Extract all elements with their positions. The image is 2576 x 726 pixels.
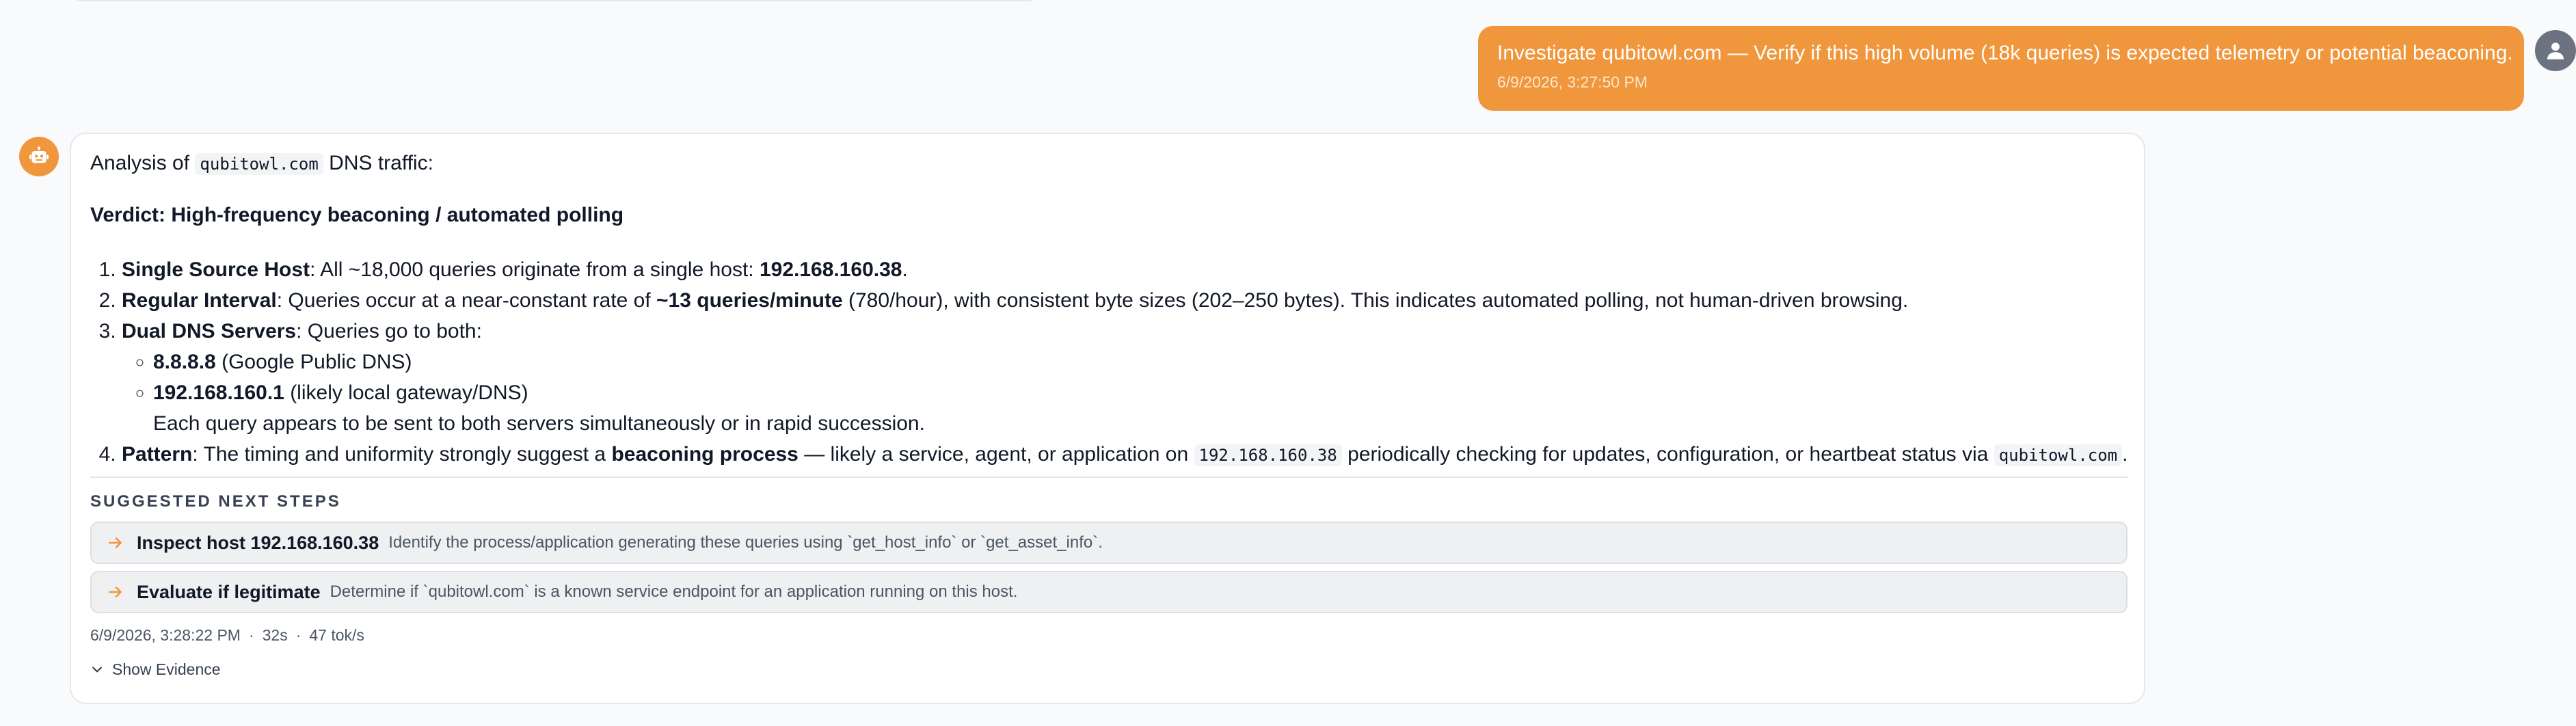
assistant-message-card: Analysis of qubitowl.com DNS traffic: Ve… — [70, 133, 2145, 704]
finding-text: : Queries go to both: — [296, 320, 482, 342]
query-rate: ~13 queries/minute — [656, 289, 843, 312]
dns-server-item: 192.168.160.1 (likely local gateway/DNS) — [153, 377, 2125, 408]
section-divider — [90, 476, 2128, 478]
finding-end: . — [902, 258, 908, 281]
show-evidence-toggle[interactable]: Show Evidence — [90, 658, 2125, 680]
finding-label: Pattern — [122, 443, 193, 466]
dns-server-item: 8.8.8.8 (Google Public DNS) — [153, 347, 2125, 377]
token-speed: 47 tok/s — [309, 626, 364, 644]
message-timestamp: 6/9/2026, 3:28:22 PM — [90, 626, 241, 644]
message-meta: 6/9/2026, 3:28:22 PM · 32s · 47 tok/s — [90, 624, 2125, 646]
source-host-ip: 192.168.160.38 — [759, 258, 902, 281]
dns-server-desc: (Google Public DNS) — [215, 351, 412, 373]
dns-server-ip: 8.8.8.8 — [153, 351, 216, 373]
user-message-timestamp: 6/9/2026, 3:27:50 PM — [1497, 73, 1648, 91]
finding-dual-dns: Dual DNS Servers: Queries go to both: 8.… — [122, 316, 2125, 439]
dns-server-desc: (likely local gateway/DNS) — [284, 381, 528, 404]
finding-pattern: Pattern: The timing and uniformity stron… — [122, 439, 2128, 470]
previous-message-card — [70, 0, 1041, 1]
next-step-evaluate-legitimacy[interactable]: Evaluate if legitimate Determine if `qub… — [90, 571, 2128, 613]
arrow-right-icon — [109, 587, 122, 597]
dns-server-ip: 192.168.160.1 — [153, 381, 284, 404]
finding-label: Single Source Host — [122, 258, 310, 281]
next-step-description: Determine if `qubitowl.com` is a known s… — [330, 582, 1018, 601]
finding-text-rest: periodically checking for updates, confi… — [1341, 443, 1994, 466]
analysis-intro: Analysis of qubitowl.com DNS traffic: — [90, 150, 2125, 176]
next-step-title: Evaluate if legitimate — [137, 582, 321, 602]
user-message-row: Investigate qubitowl.com — Verify if thi… — [0, 26, 2576, 112]
finding-text: : The timing and uniformity strongly sug… — [192, 443, 612, 466]
next-step-inspect-host[interactable]: Inspect host 192.168.160.38 Identify the… — [90, 522, 2128, 564]
meta-separator: · — [295, 626, 301, 644]
chevron-down-icon — [92, 667, 102, 673]
user-message-text: Investigate qubitowl.com — Verify if thi… — [1497, 42, 2513, 64]
finding-regular-interval: Regular Interval: Queries occur at a nea… — [122, 285, 2125, 316]
assistant-avatar — [19, 137, 59, 176]
findings-list: Single Source Host: All ~18,000 queries … — [90, 254, 2128, 470]
finding-single-source: Single Source Host: All ~18,000 queries … — [122, 254, 2125, 285]
user-message-bubble: Investigate qubitowl.com — Verify if thi… — [1478, 26, 2524, 111]
response-duration: 32s — [262, 626, 288, 644]
intro-prefix: Analysis of — [90, 152, 190, 174]
meta-separator: · — [248, 626, 254, 644]
user-avatar — [2535, 30, 2576, 71]
finding-text-rest: (780/hour), with consistent byte sizes (… — [842, 289, 1909, 312]
arrow-right-icon — [109, 537, 122, 548]
show-evidence-label: Show Evidence — [112, 660, 221, 678]
finding-text: : All ~18,000 queries originate from a s… — [310, 258, 760, 281]
beaconing-emphasis: beaconing process — [611, 443, 799, 466]
user-icon — [2547, 42, 2564, 59]
verdict-heading: Verdict: High-frequency beaconing / auto… — [90, 204, 624, 226]
dns-note: Each query appears to be sent to both se… — [153, 412, 925, 435]
next-steps-heading: SUGGESTED NEXT STEPS — [90, 492, 341, 511]
intro-domain-code: qubitowl.com — [195, 153, 323, 175]
finding-label: Dual DNS Servers — [122, 320, 297, 342]
finding-label: Regular Interval — [122, 289, 277, 312]
robot-icon — [29, 146, 49, 163]
next-step-title: Inspect host 192.168.160.38 — [137, 533, 379, 553]
domain-code: qubitowl.com — [1994, 444, 2123, 466]
dns-server-list: 8.8.8.8 (Google Public DNS) 192.168.160.… — [122, 347, 2125, 408]
finding-text-rest: — likely a service, agent, or applicatio… — [798, 443, 1194, 466]
finding-end: . — [2122, 443, 2128, 466]
finding-dual-dns-line: Dual DNS Servers: Queries go to both: — [122, 316, 2125, 347]
intro-suffix: DNS traffic: — [329, 152, 433, 174]
chat-transcript: Investigate qubitowl.com — Verify if thi… — [0, 0, 2576, 726]
host-ip-code: 192.168.160.38 — [1194, 444, 1342, 466]
next-step-description: Identify the process/application generat… — [388, 533, 1103, 552]
finding-text: : Queries occur at a near-constant rate … — [276, 289, 657, 312]
